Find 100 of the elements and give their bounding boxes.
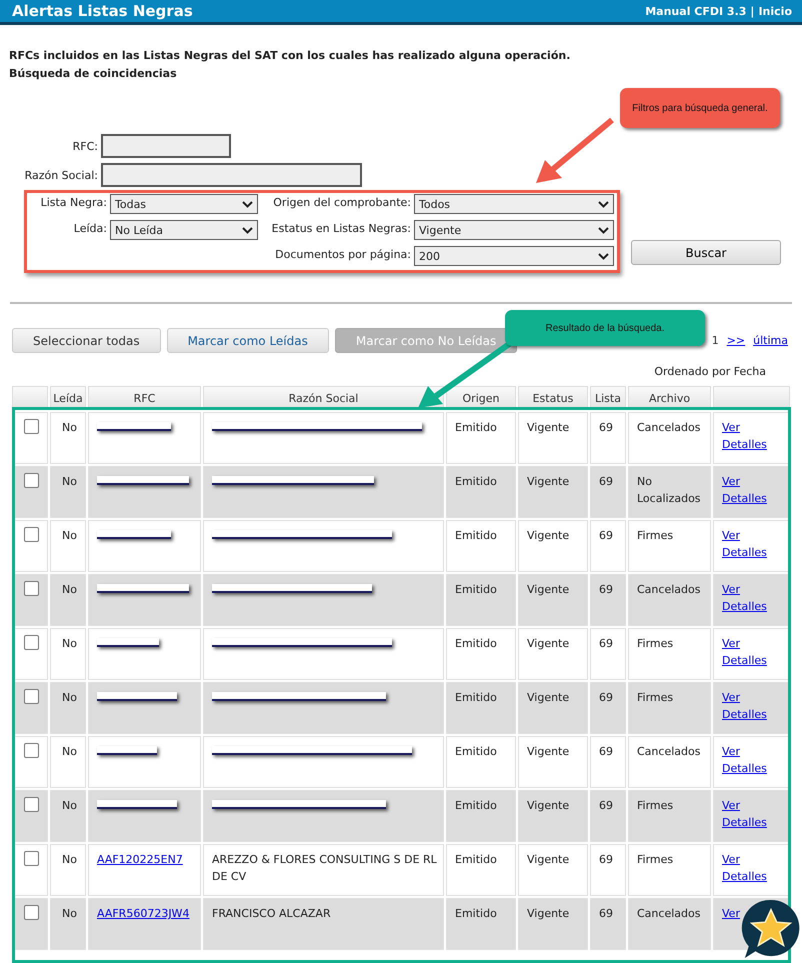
table-cell: Vigente [518,682,588,734]
table-cell: Emitido [446,412,516,464]
dropdown[interactable]: Todos [414,194,614,214]
table-cell: Firmes [628,790,711,842]
row-checkbox[interactable] [24,419,39,434]
dropdown[interactable]: Vigente [414,220,614,240]
table-cell: 69 [590,520,626,572]
page-title: Alertas Listas Negras [12,2,193,20]
row-checkbox[interactable] [24,743,39,758]
rfc-link[interactable]: AAFR560723JW4 [97,907,190,920]
next-link[interactable]: >> [726,334,746,347]
dropdown[interactable]: Todas [110,194,258,214]
chevron-icon [598,226,609,234]
table-cell: 69 [590,574,626,626]
table-cell: Emitido [446,790,516,842]
search-button[interactable]: Buscar [631,240,781,265]
row-checkbox[interactable] [24,905,39,920]
details-link[interactable]: Ver Detalles [722,851,767,885]
field-label: RFC: [72,140,98,152]
table-cell: Vigente [518,844,588,896]
table-cell: No [50,628,86,680]
table-cell: 69 [590,736,626,788]
chevron-icon [598,252,609,260]
intro-text: Búsqueda de coincidencias [9,67,178,80]
table-cell: Firmes [628,682,711,734]
filter-label: Documentos por página: [274,247,411,263]
details-link[interactable]: Ver Detalles [722,689,767,723]
row-checkbox[interactable] [24,527,39,542]
table-cell: Firmes [628,628,711,680]
row-checkbox[interactable] [24,851,39,866]
table-cell: No [50,412,86,464]
action-button[interactable]: Marcar como Leídas [166,328,329,353]
page-number: 1 [712,334,719,347]
table-cell: No [50,520,86,572]
callout: Filtros para búsqueda general. [620,88,780,128]
table-cell: Cancelados [628,574,711,626]
intro-text: RFCs incluidos en las Listas Negras del SAT con los cuales has realizado alguna operación. [9,49,572,62]
table-cell: No [50,898,86,950]
table-cell: Vigente [518,466,588,518]
dropdown[interactable]: No Leída [110,220,258,240]
table-cell: 69 [590,790,626,842]
table-cell: Vigente [518,736,588,788]
table-cell: No [50,736,86,788]
table-cell: Vigente [518,628,588,680]
chevron-icon [242,226,253,234]
dropdown[interactable]: 200 [414,246,614,266]
table-cell: Firmes [628,520,711,572]
table-cell: Cancelados [628,412,711,464]
table-cell: Emitido [446,844,516,896]
table-cell: Cancelados [628,736,711,788]
last-link[interactable]: última [753,334,788,347]
field-label: Razón Social: [24,168,98,182]
table-cell: Vigente [518,412,588,464]
manual-link[interactable]: Manual CFDI 3.3 [645,4,746,18]
home-link[interactable]: Inicio [758,4,792,18]
sort-note: Ordenado por Fecha [653,365,766,378]
table-cell: Emitido [446,682,516,734]
table-cell: FRANCISCO ALCAZAR [203,898,444,950]
chevron-icon [598,200,609,208]
details-link[interactable]: Ver Detalles [722,581,767,615]
table-cell: No Localizados [628,466,711,518]
chevron-icon [242,200,253,208]
input-field[interactable] [101,134,231,158]
row-checkbox[interactable] [24,581,39,596]
row-checkbox[interactable] [24,689,39,704]
table-cell: No [50,466,86,518]
details-link[interactable]: Ver Detalles [722,419,767,453]
table-cell: Emitido [446,520,516,572]
table-cell: Emitido [446,466,516,518]
table-cell: Emitido [446,574,516,626]
table-cell: 69 [590,898,626,950]
row-checkbox[interactable] [24,797,39,812]
separator-text: | [750,4,754,18]
input-field[interactable] [101,163,362,187]
action-button[interactable]: Seleccionar todas [12,328,161,353]
details-link[interactable]: Ver Detalles [722,797,767,831]
filter-label: Origen del comprobante: [272,195,411,211]
table-cell: Vigente [518,520,588,572]
table-cell: 69 [590,466,626,518]
filter-label: Leída: [72,221,107,237]
details-link[interactable]: Ver [722,905,740,922]
filter-label: Estatus en Listas Negras: [270,221,411,237]
callout: Resultado de la búsqueda. [505,310,705,346]
row-checkbox[interactable] [24,635,39,650]
row-checkbox[interactable] [24,473,39,488]
filter-label: Lista Negra: [40,195,107,211]
details-link[interactable]: Ver Detalles [722,527,767,561]
table-cell: Firmes [628,844,711,896]
table-cell: No [50,790,86,842]
table-cell: Emitido [446,898,516,950]
table-cell: Cancelados [628,898,711,950]
details-link[interactable]: Ver Detalles [722,743,767,777]
star-badge-icon [741,898,801,960]
details-link[interactable]: Ver Detalles [722,635,767,669]
table-cell: No [50,682,86,734]
table-cell: 69 [590,412,626,464]
table-cell: 69 [590,628,626,680]
rfc-link[interactable]: AAF120225EN7 [97,853,183,866]
table-cell: AREZZO & FLORES CONSULTING S DE RL DE CV [203,844,444,896]
details-link[interactable]: Ver Detalles [722,473,767,507]
